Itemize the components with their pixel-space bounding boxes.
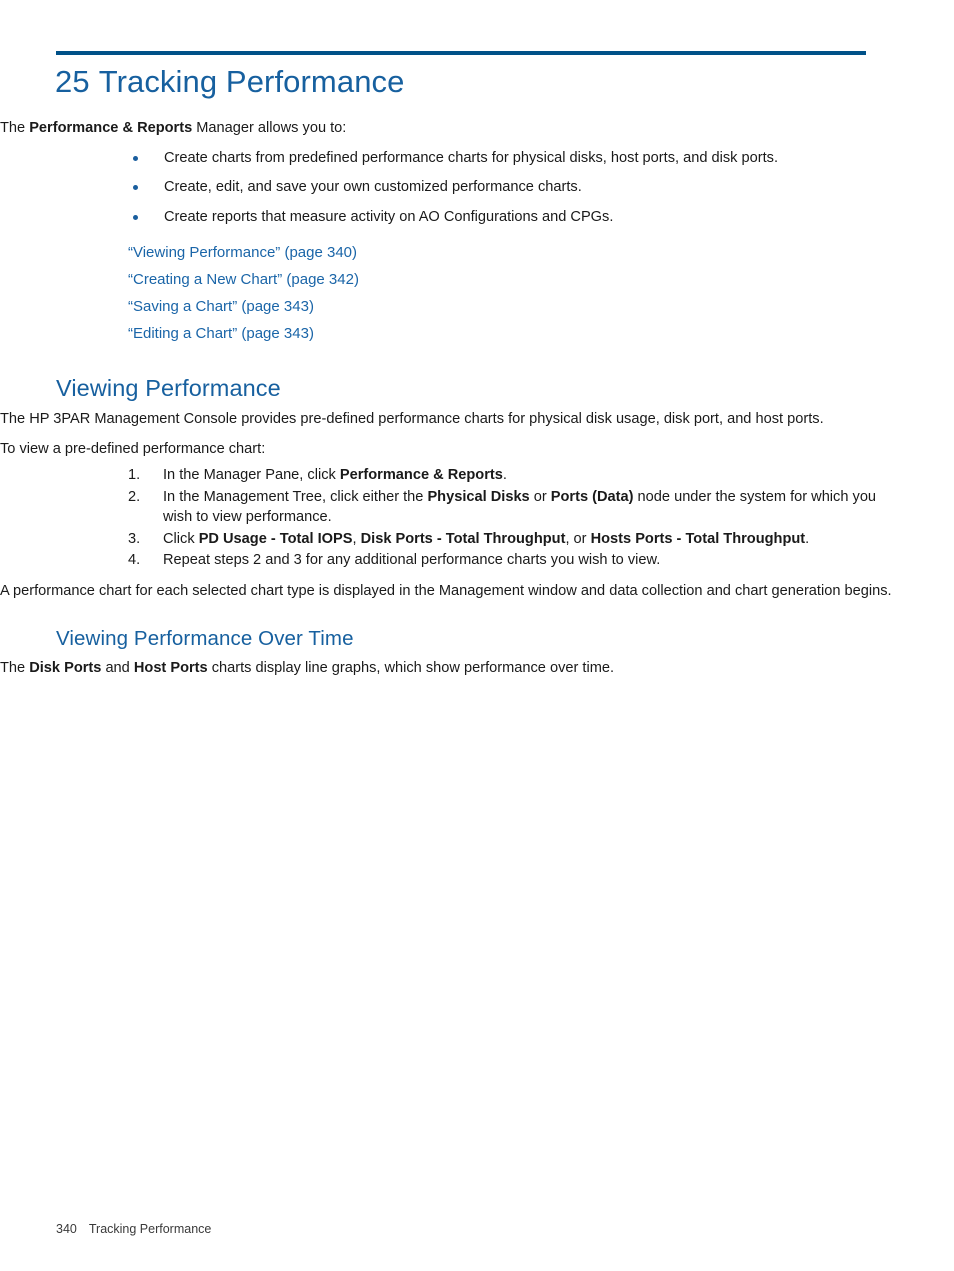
cross-reference-list: “Viewing Performance” (page 340) “Creati… xyxy=(128,239,954,347)
section-heading-viewing-performance-over-time: Viewing Performance Over Time xyxy=(56,627,354,650)
intro-suffix: Manager allows you to: xyxy=(192,120,347,136)
over-time-paragraph: The Disk Ports and Host Ports charts dis… xyxy=(0,658,954,679)
cross-reference-link-creating-a-new-chart[interactable]: “Creating a New Chart” (page 342) xyxy=(128,266,954,293)
cross-reference-link-viewing-performance[interactable]: “Viewing Performance” (page 340) xyxy=(128,239,954,266)
cross-reference-link-editing-a-chart[interactable]: “Editing a Chart” (page 343) xyxy=(128,320,954,347)
list-item: Create reports that measure activity on … xyxy=(128,207,884,228)
step-text-part: . xyxy=(805,530,810,547)
list-item: 1. In the Manager Pane, click Performance… xyxy=(128,465,884,486)
procedure-step-list: 1. In the Manager Pane, click Performance… xyxy=(128,465,884,571)
section-paragraph-1: The HP 3PAR Management Console provides … xyxy=(0,411,824,427)
document-page: 25 Tracking Performance The Performance &… xyxy=(0,0,954,1271)
intro-bold-term: Performance & Reports xyxy=(29,120,193,136)
intro-paragraph: The Performance & Reports Manager allows… xyxy=(0,118,954,139)
document-content: The Performance & Reports Manager allows… xyxy=(0,118,954,688)
list-item: Create charts from predefined performanc… xyxy=(128,148,884,169)
step-bold-term: Performance & Reports xyxy=(339,467,503,483)
bullet-text: Create, edit, and save your own customiz… xyxy=(164,179,582,195)
page-footer: 340 Tracking Performance xyxy=(56,1221,211,1237)
list-item: Create, edit, and save your own customiz… xyxy=(128,177,884,198)
step-marker: 1. xyxy=(128,467,141,483)
step-text-part: or xyxy=(529,488,551,505)
over-time-suffix: charts display line graphs, which show p… xyxy=(207,660,615,676)
footer-chapter-name: Tracking Performance xyxy=(88,1222,212,1236)
step-marker: 4. xyxy=(128,552,141,568)
over-time-prefix: The xyxy=(0,660,30,676)
over-time-bold-term-1: Disk Ports xyxy=(29,660,102,676)
step-bold-term: Hosts Ports - Total Throughput xyxy=(590,530,806,547)
step-bold-term: Disk Ports - Total Throughput xyxy=(360,530,566,547)
step-text-part: , xyxy=(352,530,361,547)
step-text-part: . xyxy=(502,467,507,483)
step-marker: 3. xyxy=(128,530,141,547)
list-item: 3. Click PD Usage - Total IOPS, Disk Port… xyxy=(128,529,884,550)
step-text-part: Click xyxy=(163,530,199,547)
intro-prefix: The xyxy=(0,120,30,136)
section-paragraph-3: A performance chart for each selected ch… xyxy=(0,582,892,599)
intro-bullet-list: Create charts from predefined performanc… xyxy=(128,148,884,228)
step-bold-term: PD Usage - Total IOPS xyxy=(198,530,353,547)
chapter-number: 25 xyxy=(55,64,90,99)
list-item: 4. Repeat steps 2 and 3 for any additiona… xyxy=(128,550,884,571)
bullet-text: Create reports that measure activity on … xyxy=(164,208,614,225)
step-bold-term: Ports (Data) xyxy=(550,488,634,505)
section-paragraph-2: To view a pre-defined performance chart: xyxy=(0,440,266,457)
step-text-part: In the Manager Pane, click xyxy=(163,467,340,483)
bullet-text: Create charts from predefined performanc… xyxy=(164,149,779,166)
over-time-mid: and xyxy=(101,660,134,676)
footer-page-number: 340 xyxy=(56,1222,77,1236)
chapter-rule xyxy=(56,51,866,55)
step-marker: 2. xyxy=(128,488,141,505)
over-time-bold-term-2: Host Ports xyxy=(133,660,208,676)
page-title: 25 Tracking Performance xyxy=(55,62,875,102)
step-text-part: In the Management Tree, click either the xyxy=(163,488,428,505)
step-bold-term: Physical Disks xyxy=(427,488,530,505)
step-text-part: , or xyxy=(565,530,591,547)
cross-reference-link-saving-a-chart[interactable]: “Saving a Chart” (page 343) xyxy=(128,293,954,320)
chapter-title-text: Tracking Performance xyxy=(98,64,405,99)
section-heading-viewing-performance: Viewing Performance xyxy=(56,375,281,401)
step-text-part: Repeat steps 2 and 3 for any additional … xyxy=(163,552,661,568)
list-item: 2. In the Management Tree, click either t… xyxy=(128,487,884,528)
